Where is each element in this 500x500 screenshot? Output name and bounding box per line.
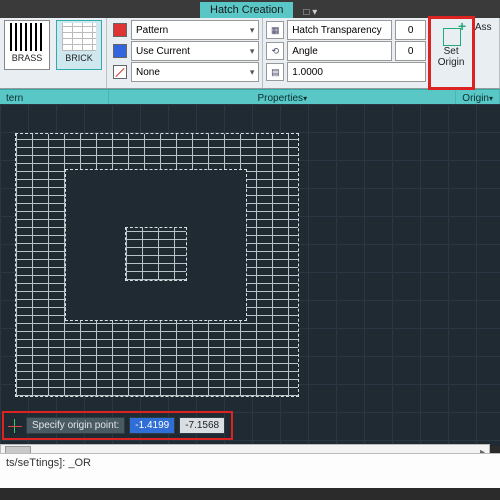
set-origin-label-1: Set bbox=[444, 46, 459, 57]
pattern-type-icon bbox=[113, 23, 127, 37]
angle-label: Angle bbox=[287, 41, 392, 61]
bg-none-icon bbox=[113, 65, 127, 79]
group-numeric: ▦ Hatch Transparency 0 ⟲ Angle 0 ▤ 1.000… bbox=[263, 18, 430, 88]
scale-value[interactable]: 1.0000 bbox=[287, 62, 426, 82]
ribbon: BRASS BRICK Pattern Use Current None ▦ H… bbox=[0, 18, 500, 89]
transparency-icon: ▦ bbox=[266, 21, 284, 39]
color-dropdown[interactable]: Use Current bbox=[131, 41, 259, 61]
origin-x-input[interactable]: -1.4199 bbox=[129, 417, 175, 434]
swatch-brass[interactable]: BRASS bbox=[4, 20, 50, 70]
ribbon-overflow[interactable]: □ ▾ bbox=[303, 7, 317, 18]
tab-hatch-creation[interactable]: Hatch Creation bbox=[200, 2, 293, 18]
drawing-canvas[interactable]: Specify origin point: -1.4199 -7.1568 bbox=[0, 104, 500, 446]
transparency-value[interactable]: 0 bbox=[395, 20, 427, 40]
brass-icon bbox=[10, 23, 44, 51]
ucs-icon bbox=[8, 419, 22, 433]
set-origin-button[interactable]: Set Origin bbox=[430, 18, 472, 88]
swatch-brass-label: BRASS bbox=[12, 53, 43, 63]
brick-icon bbox=[62, 23, 96, 51]
group-pattern: BRASS BRICK bbox=[0, 18, 107, 88]
set-origin-label-2: Origin bbox=[438, 57, 465, 68]
color-icon bbox=[113, 44, 127, 58]
scale-icon: ▤ bbox=[266, 63, 284, 81]
ribbon-tabstrip: Hatch Creation □ ▾ bbox=[0, 0, 500, 18]
command-line[interactable]: ts/seTtings]: _OR bbox=[0, 453, 500, 488]
angle-value[interactable]: 0 bbox=[395, 41, 427, 61]
bg-dropdown[interactable]: None bbox=[131, 62, 259, 82]
status-bar bbox=[0, 488, 500, 500]
swatch-brick-label: BRICK bbox=[65, 53, 93, 63]
origin-y-input[interactable]: -7.1568 bbox=[179, 417, 225, 434]
set-origin-icon bbox=[437, 22, 465, 44]
group-properties: Pattern Use Current None bbox=[107, 18, 263, 88]
transparency-label: Hatch Transparency bbox=[287, 20, 392, 40]
origin-prompt-label: Specify origin point: bbox=[26, 417, 125, 434]
hatch-inner[interactable] bbox=[126, 228, 186, 280]
origin-prompt-callout: Specify origin point: -1.4199 -7.1568 bbox=[2, 411, 233, 440]
pattern-type-dropdown[interactable]: Pattern bbox=[131, 20, 259, 40]
angle-icon: ⟲ bbox=[266, 42, 284, 60]
group-associative-cut[interactable]: Ass bbox=[473, 18, 500, 88]
swatch-brick[interactable]: BRICK bbox=[56, 20, 102, 70]
